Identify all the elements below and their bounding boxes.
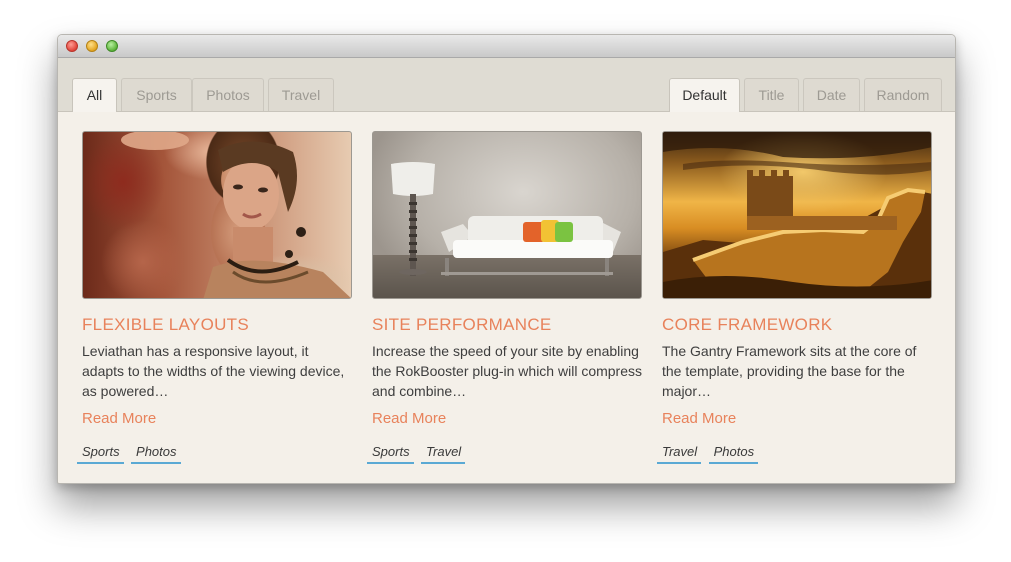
tab-sort-title[interactable]: Title	[744, 78, 799, 111]
card-description: The Gantry Framework sits at the core of…	[662, 343, 917, 399]
tab-filter-photos[interactable]: Photos	[192, 78, 264, 111]
tag-travel[interactable]: Travel	[421, 444, 466, 464]
read-more-link[interactable]: Read More	[372, 410, 446, 427]
card-site-performance: Site Performance Increase the speed of y…	[367, 131, 642, 465]
close-window-button[interactable]	[66, 40, 78, 52]
tag-travel[interactable]: Travel	[657, 444, 702, 464]
tag-list: Travel Photos	[657, 443, 932, 465]
tab-sort-date[interactable]: Date	[803, 78, 860, 111]
card-core-framework: Core Framework The Gantry Framework sits…	[657, 131, 932, 465]
card-grid: Flexible Layouts Leviathan has a respons…	[58, 112, 955, 483]
tag-sports[interactable]: Sports	[77, 444, 124, 464]
tag-photos[interactable]: Photos	[708, 444, 759, 464]
card-image[interactable]	[662, 131, 932, 299]
tab-filter-all[interactable]: All	[72, 78, 117, 112]
card-description: Leviathan has a responsive layout, it ad…	[82, 343, 345, 399]
card-title[interactable]: Core Framework	[662, 314, 932, 336]
portrait-photo-icon	[121, 132, 351, 298]
tag-list: Sports Travel	[367, 443, 642, 465]
app-window: All Sports Photos Travel Default Title D…	[57, 34, 956, 484]
read-more-link[interactable]: Read More	[662, 410, 736, 427]
card-image[interactable]	[372, 131, 642, 299]
tag-sports[interactable]: Sports	[367, 444, 414, 464]
zoom-window-button[interactable]	[106, 40, 118, 52]
card-description: Increase the speed of your site by enabl…	[372, 343, 642, 399]
tab-filter-travel[interactable]: Travel	[268, 78, 334, 111]
minimize-window-button[interactable]	[86, 40, 98, 52]
tag-list: Sports Photos	[77, 443, 352, 465]
card-title[interactable]: Site Performance	[372, 314, 642, 336]
card-title[interactable]: Flexible Layouts	[82, 314, 352, 336]
title-bar	[58, 35, 955, 58]
read-more-link[interactable]: Read More	[82, 410, 156, 427]
tab-filter-sports[interactable]: Sports	[121, 78, 192, 111]
great-wall-photo-icon	[663, 132, 931, 298]
tab-sort-default[interactable]: Default	[669, 78, 740, 112]
sofa-photo-icon	[391, 162, 621, 276]
tab-sort-random[interactable]: Random	[864, 78, 942, 111]
card-image[interactable]	[82, 131, 352, 299]
tag-photos[interactable]: Photos	[131, 444, 181, 464]
card-flexible-layouts: Flexible Layouts Leviathan has a respons…	[77, 131, 352, 465]
tab-bar: All Sports Photos Travel Default Title D…	[58, 58, 955, 112]
